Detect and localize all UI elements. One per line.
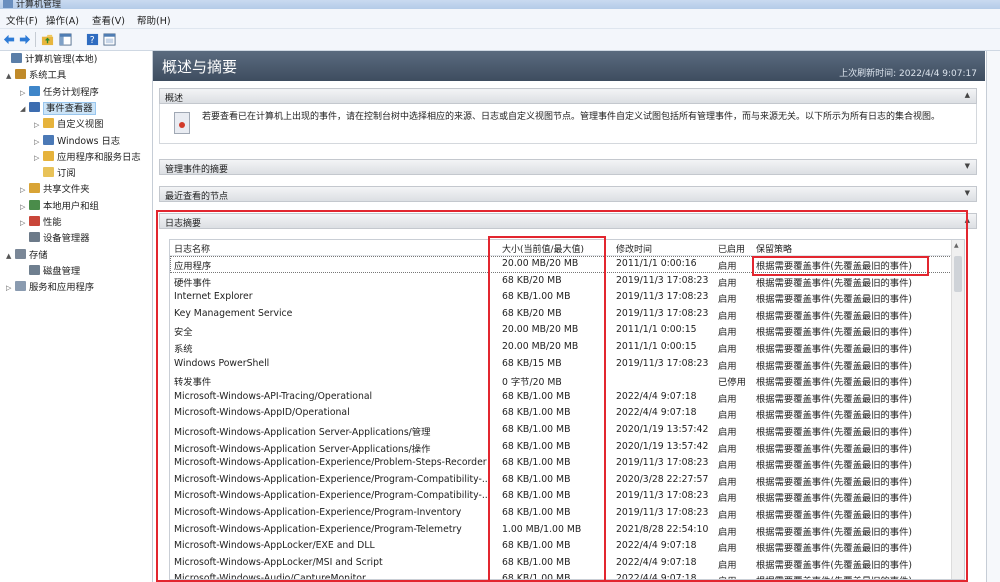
tree-expander-icon[interactable]: ▷ xyxy=(20,216,29,230)
window-title: 计算机管理 xyxy=(16,0,62,9)
event-viewer-icon xyxy=(29,101,40,112)
tree-node[interactable]: ▷ 自定义视图 xyxy=(34,118,104,132)
tree-node[interactable]: ▷ 应用程序和服务日志 xyxy=(34,150,141,165)
menu-bar: 文件(F) 操作(A) 查看(V) 帮助(H) xyxy=(0,9,1000,29)
tools-icon xyxy=(15,69,26,80)
tree-node-label: 计算机管理(本地) xyxy=(25,54,98,65)
tree-node-label: 自定义视图 xyxy=(57,119,104,131)
tree-node-label: 应用程序和服务日志 xyxy=(57,151,141,163)
folder-icon xyxy=(43,150,54,161)
forward-arrow-icon[interactable] xyxy=(18,33,31,46)
tree-expander-icon[interactable]: ▷ xyxy=(20,200,29,214)
tree-node-label: 共享文件夹 xyxy=(43,184,90,196)
device-manager-icon xyxy=(29,232,40,243)
users-icon xyxy=(29,199,40,210)
tree-expander-icon[interactable]: ▲ xyxy=(6,69,15,83)
toolbar: ? xyxy=(0,29,1000,51)
expand-icon[interactable]: ▼ xyxy=(965,162,970,170)
tree-node[interactable]: 设备管理器 xyxy=(20,232,90,246)
tree-expander-icon[interactable]: ▷ xyxy=(20,86,29,100)
tree-node-label: 存储 xyxy=(29,249,48,261)
tree-node[interactable]: 订阅 xyxy=(34,167,76,181)
collapse-icon[interactable]: ▲ xyxy=(965,91,970,99)
tree-expander-icon[interactable]: ▷ xyxy=(34,118,43,132)
refresh-time: 上次刷新时间: 2022/4/4 9:07:17 xyxy=(839,69,977,79)
expand-icon[interactable]: ▼ xyxy=(965,189,970,197)
log-icon xyxy=(43,134,54,145)
menu-view[interactable]: 查看(V) xyxy=(92,13,125,27)
toolbar-separator xyxy=(35,32,36,47)
app-icon xyxy=(3,0,13,8)
disk-icon xyxy=(29,264,40,275)
tree-node-label: 性能 xyxy=(43,217,62,228)
performance-icon xyxy=(29,216,40,226)
view-icon[interactable] xyxy=(103,33,116,46)
tree-expander-icon[interactable]: ▲ xyxy=(6,249,15,263)
section-admin-events[interactable]: 管理事件的摘要 ▼ xyxy=(159,159,977,175)
highlight-box-retention-policy xyxy=(752,256,929,276)
page-title: 概述与摘要 xyxy=(162,58,238,76)
section-title: 管理事件的摘要 xyxy=(165,165,229,175)
help-icon[interactable]: ? xyxy=(86,33,99,46)
menu-file[interactable]: 文件(F) xyxy=(6,13,38,27)
computer-management-icon xyxy=(11,53,22,63)
main-header: 概述与摘要 上次刷新时间: 2022/4/4 9:07:17 xyxy=(153,51,985,81)
shared-folder-icon xyxy=(29,183,40,194)
storage-icon xyxy=(15,248,26,259)
svg-text:?: ? xyxy=(90,35,95,46)
section-recent-nodes[interactable]: 最近查看的节点 ▼ xyxy=(159,186,977,202)
tree-node[interactable]: 磁盘管理 xyxy=(20,264,81,279)
console-tree: 计算机管理(本地) ▲ 系统工具 ▷ 任务计划程序 ◢ 事件查看器 ▷ 自定义视图 ▷ Window… xyxy=(0,51,153,582)
menu-help[interactable]: 帮助(H) xyxy=(137,13,171,27)
menu-action[interactable]: 操作(A) xyxy=(46,13,79,27)
tree-node[interactable]: ▷ 共享文件夹 xyxy=(20,183,90,197)
tree-expander-icon[interactable]: ▷ xyxy=(34,151,43,165)
tree-node[interactable]: ▷ Windows 日志 xyxy=(34,134,121,149)
tree-node-label: 服务和应用程序 xyxy=(29,282,95,294)
section-title: 最近查看的节点 xyxy=(165,192,229,202)
tree-node[interactable]: 计算机管理(本地) xyxy=(2,53,97,67)
tree-node[interactable]: ▷ 任务计划程序 xyxy=(20,85,99,100)
tree-node-label: 任务计划程序 xyxy=(43,86,99,98)
tree-node-label: 订阅 xyxy=(57,168,76,180)
subscription-icon xyxy=(43,167,54,178)
section-overview[interactable]: 概述 ▲ xyxy=(159,88,977,104)
tree-node[interactable]: ▷ 本地用户和组 xyxy=(20,199,99,214)
folder-icon xyxy=(43,118,54,129)
tree-node[interactable]: ◢ 事件查看器 xyxy=(20,101,96,116)
tree-expander-icon[interactable]: ▷ xyxy=(6,281,15,295)
clock-icon xyxy=(29,85,40,96)
tree-node[interactable]: ▷ 服务和应用程序 xyxy=(6,281,94,295)
section-title: 概述 xyxy=(165,94,184,104)
folder-up-icon[interactable] xyxy=(41,33,54,46)
highlight-box-size-column xyxy=(488,236,606,582)
event-log-icon xyxy=(174,112,190,134)
tree-node-label: 设备管理器 xyxy=(43,233,90,245)
overview-text: 若要查看已在计算机上出现的事件，请在控制台树中选择相应的来源、日志或自定义视图节… xyxy=(202,112,941,122)
actions-panel xyxy=(986,51,1000,582)
title-bar: 计算机管理 xyxy=(0,0,1000,9)
tree-expander-icon[interactable]: ◢ xyxy=(20,102,29,116)
console-tree-icon[interactable] xyxy=(59,33,72,46)
tree-node[interactable]: ▲ 系统工具 xyxy=(6,69,66,83)
tree-node-label: 本地用户和组 xyxy=(43,200,99,212)
back-arrow-icon[interactable] xyxy=(3,33,16,46)
overview-description: 若要查看已在计算机上出现的事件，请在控制台树中选择相应的来源、日志或自定义视图节… xyxy=(159,104,977,144)
tree-expander-icon[interactable]: ▷ xyxy=(20,183,29,197)
services-icon xyxy=(15,281,26,292)
tree-node-label: 系统工具 xyxy=(29,70,67,82)
tree-expander-icon[interactable]: ▷ xyxy=(34,135,43,149)
tree-node-label: Windows 日志 xyxy=(57,135,121,147)
tree-node[interactable]: ▷ 性能 xyxy=(20,216,62,230)
tree-node-label: 磁盘管理 xyxy=(43,265,81,277)
tree-node-label: 事件查看器 xyxy=(43,101,96,115)
tree-node[interactable]: ▲ 存储 xyxy=(6,248,48,263)
